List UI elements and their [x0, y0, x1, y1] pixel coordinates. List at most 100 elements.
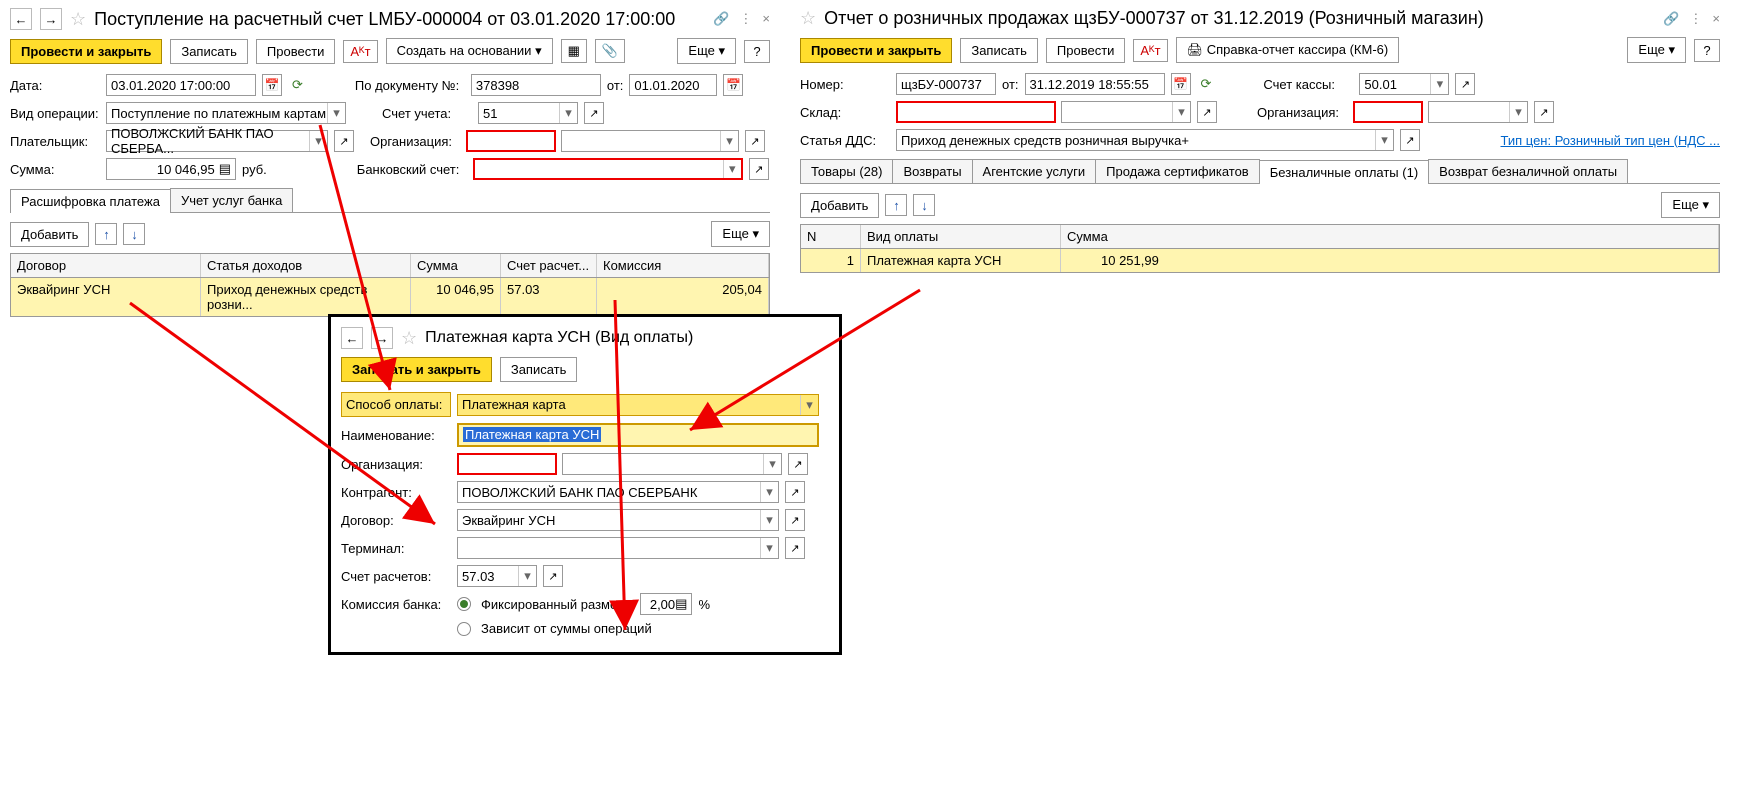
calendar-icon[interactable]: 📅 [1171, 73, 1191, 95]
name-input[interactable]: Платежная карта УСН [457, 423, 819, 447]
more-rows-button[interactable]: Еще ▾ [711, 221, 770, 247]
tab-agent[interactable]: Агентские услуги [972, 159, 1097, 183]
org-select-ext[interactable]: ▾ [561, 130, 739, 152]
date-input[interactable]: 31.12.2019 18:55:55 [1025, 73, 1165, 95]
nav-back[interactable]: ← [10, 8, 32, 30]
open-acct-icon[interactable]: ↗ [543, 565, 563, 587]
more-rows-button[interactable]: Еще ▾ [1661, 192, 1720, 218]
move-down-icon[interactable]: ↓ [913, 194, 935, 216]
contract-select[interactable]: Эквайринг УСН▾ [457, 509, 779, 531]
open-ctr-icon[interactable]: ↗ [785, 481, 805, 503]
payer-select[interactable]: ПОВОЛЖСКИЙ БАНК ПАО СБЕРБА...▾ [106, 130, 328, 152]
nav-fwd[interactable]: → [40, 8, 62, 30]
col-sum[interactable]: Сумма [411, 254, 501, 277]
ctr-select[interactable]: ПОВОЛЖСКИЙ БАНК ПАО СБЕРБАНК▾ [457, 481, 779, 503]
acct-select[interactable]: 51▾ [478, 102, 578, 124]
clip-icon[interactable]: 📎 [595, 39, 625, 63]
open-payer-icon[interactable]: ↗ [334, 130, 354, 152]
more-vert-icon[interactable]: ⋮ [1689, 11, 1702, 27]
open-org-icon[interactable]: ↗ [745, 130, 765, 152]
open-contract-icon[interactable]: ↗ [785, 509, 805, 531]
method-select[interactable]: Платежная карта▾ [457, 394, 819, 416]
col-sum[interactable]: Сумма [1061, 225, 1719, 248]
col-comm[interactable]: Комиссия [597, 254, 769, 277]
open-wh-icon[interactable]: ↗ [1197, 101, 1217, 123]
open-org-icon[interactable]: ↗ [788, 453, 808, 475]
write-button[interactable]: Записать [170, 39, 248, 64]
col-contract[interactable]: Договор [11, 254, 201, 277]
create-based-button[interactable]: Создать на основании ▾ [386, 38, 553, 64]
move-up-icon[interactable]: ↑ [95, 223, 117, 245]
move-down-icon[interactable]: ↓ [123, 223, 145, 245]
radio-depends[interactable] [457, 622, 471, 636]
wh-select[interactable] [896, 101, 1056, 123]
bank-select[interactable]: ▾ [473, 158, 743, 180]
comm-input[interactable]: 2,00 ▤ [640, 593, 692, 615]
nav-fwd[interactable]: → [371, 327, 393, 349]
org-select-ext[interactable]: ▾ [562, 453, 782, 475]
acct-select[interactable]: 57.03▾ [457, 565, 537, 587]
tab-ret-cashless[interactable]: Возврат безналичной оплаты [1428, 159, 1628, 183]
add-row-button[interactable]: Добавить [800, 193, 879, 218]
open-dds-icon[interactable]: ↗ [1400, 129, 1420, 151]
op-select[interactable]: Поступление по платежным картам▾ [106, 102, 346, 124]
sum-input[interactable]: 10 046,95 ▤ [106, 158, 236, 180]
post-close-button[interactable]: Провести и закрыть [800, 38, 952, 63]
post-button[interactable]: Провести [1046, 38, 1126, 63]
price-type-link[interactable]: Тип цен: Розничный тип цен (НДС ... [1500, 133, 1720, 148]
cash-select[interactable]: 50.01▾ [1359, 73, 1449, 95]
table-row[interactable]: 1 Платежная карта УСН 10 251,99 [801, 249, 1719, 272]
attach-icon[interactable]: 🔗 [713, 11, 729, 27]
date-input[interactable]: 03.01.2020 17:00:00 [106, 74, 256, 96]
org-select-ext[interactable]: ▾ [1428, 101, 1528, 123]
write-button[interactable]: Записать [500, 357, 578, 382]
refresh-icon[interactable]: ⟳ [1201, 76, 1212, 92]
write-close-button[interactable]: Записать и закрыть [341, 357, 492, 382]
help-button[interactable]: ? [1694, 39, 1720, 62]
move-up-icon[interactable]: ↑ [885, 194, 907, 216]
open-cash-icon[interactable]: ↗ [1455, 73, 1475, 95]
close-icon[interactable]: × [1712, 11, 1720, 27]
open-term-icon[interactable]: ↗ [785, 537, 805, 559]
close-icon[interactable]: × [762, 11, 770, 27]
calendar-icon-2[interactable]: 📅 [723, 74, 743, 96]
open-acct-icon[interactable]: ↗ [584, 102, 604, 124]
tab-goods[interactable]: Товары (28) [800, 159, 893, 183]
table-row[interactable]: Эквайринг УСН Приход денежных средств ро… [11, 278, 769, 316]
add-row-button[interactable]: Добавить [10, 222, 89, 247]
more-vert-icon[interactable]: ⋮ [739, 11, 752, 27]
open-bank-icon[interactable]: ↗ [749, 158, 769, 180]
write-button[interactable]: Записать [960, 38, 1038, 63]
tab-bank-svc[interactable]: Учет услуг банка [170, 188, 293, 212]
radio-fixed[interactable] [457, 597, 471, 611]
tab-detail[interactable]: Расшифровка платежа [10, 189, 171, 213]
more-button[interactable]: Еще ▾ [1627, 37, 1686, 63]
tab-cert[interactable]: Продажа сертификатов [1095, 159, 1260, 183]
tab-cashless[interactable]: Безналичные оплаты (1) [1259, 160, 1429, 184]
org-select[interactable] [466, 130, 556, 152]
star-icon[interactable]: ☆ [401, 328, 417, 349]
col-n[interactable]: N [801, 225, 861, 248]
wh-select-ext[interactable]: ▾ [1061, 101, 1191, 123]
docfrom-input[interactable]: 01.01.2020 [629, 74, 717, 96]
star-icon[interactable]: ☆ [70, 9, 86, 30]
register-icon[interactable]: ▦ [561, 39, 587, 63]
help-button[interactable]: ? [744, 40, 770, 63]
docno-input[interactable]: 378398 [471, 74, 601, 96]
dtkt-icon[interactable]: Аᴷт [1133, 39, 1167, 62]
star-icon[interactable]: ☆ [800, 8, 816, 29]
num-input[interactable]: щзБУ-000737 [896, 73, 996, 95]
post-button[interactable]: Провести [256, 39, 336, 64]
open-org-icon[interactable]: ↗ [1534, 101, 1554, 123]
more-button[interactable]: Еще ▾ [677, 38, 736, 64]
tab-returns[interactable]: Возвраты [892, 159, 972, 183]
attach-icon[interactable]: 🔗 [1663, 11, 1679, 27]
org-input[interactable] [457, 453, 557, 475]
org-select[interactable] [1353, 101, 1423, 123]
nav-back[interactable]: ← [341, 327, 363, 349]
cashier-report-button[interactable]: 🖨 Справка-отчет кассира (КМ-6) [1176, 37, 1400, 63]
col-acct[interactable]: Счет расчет... [501, 254, 597, 277]
col-type[interactable]: Вид оплаты [861, 225, 1061, 248]
term-select[interactable]: ▾ [457, 537, 779, 559]
post-close-button[interactable]: Провести и закрыть [10, 39, 162, 64]
